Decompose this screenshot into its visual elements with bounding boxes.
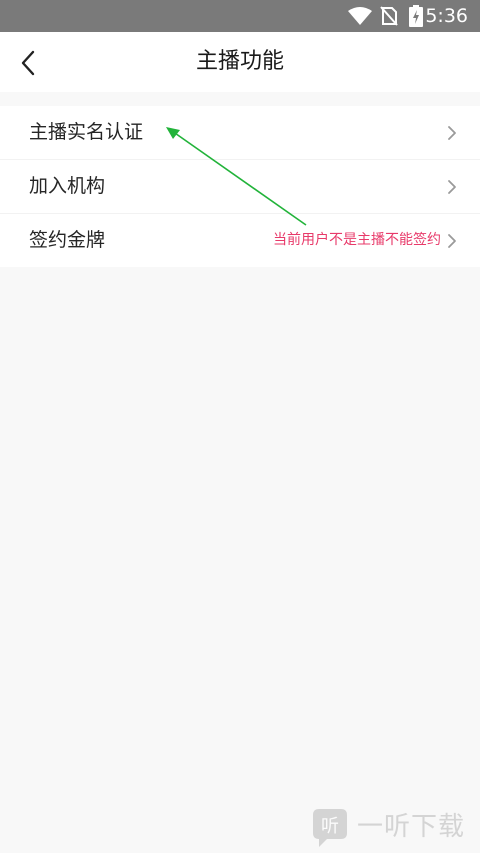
menu-item-label: 主播实名认证: [29, 121, 144, 143]
status-bar: 5:36: [0, 0, 480, 32]
chevron-right-icon: [448, 234, 456, 248]
watermark-text: 一听下载: [357, 812, 466, 842]
battery-charging-icon: [409, 5, 423, 27]
watermark-logo-icon: 听: [313, 809, 347, 847]
menu-item-label: 加入机构: [29, 175, 106, 197]
chevron-right-icon: [448, 180, 456, 194]
menu-item-join-agency[interactable]: 加入机构: [0, 160, 480, 214]
menu-item-label: 签约金牌: [29, 229, 106, 251]
watermark-logo-glyph: 听: [321, 816, 339, 837]
menu-item-note: 当前用户不是主播不能签约: [273, 232, 441, 248]
menu-item-anchor-verification[interactable]: 主播实名认证: [0, 106, 480, 160]
chevron-right-icon: [448, 126, 456, 140]
no-sim-icon: [380, 6, 398, 26]
page-title: 主播功能: [195, 49, 284, 74]
menu-item-sign-gold[interactable]: 签约金牌 当前用户不是主播不能签约: [0, 214, 480, 267]
status-time: 5:36: [425, 5, 468, 27]
wifi-icon: [348, 7, 372, 25]
app-bar: 主播功能: [0, 32, 480, 92]
watermark: 听 一听下载: [309, 805, 474, 849]
anchor-function-menu: 主播实名认证 加入机构 签约金牌 当前用户不是主播不能签约: [0, 106, 480, 267]
